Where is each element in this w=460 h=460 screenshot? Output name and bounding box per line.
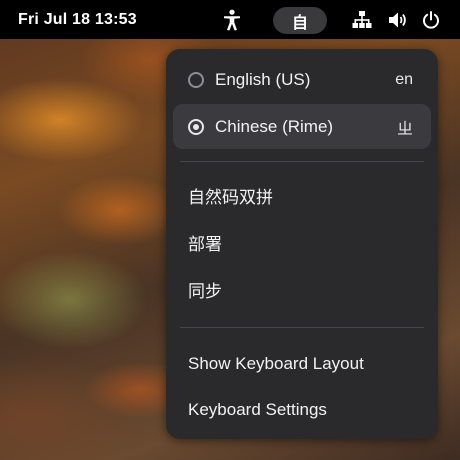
- ime-indicator-label: 自: [291, 12, 308, 32]
- power-icon[interactable]: [420, 0, 442, 39]
- input-source-short: ㄓ: [396, 120, 413, 138]
- radio-checked-icon: [188, 118, 204, 135]
- radio-unchecked-icon: [188, 71, 204, 88]
- top-bar: Fri Jul 18 13:53 自: [0, 0, 460, 39]
- input-source-english[interactable]: English (US) en: [173, 57, 431, 102]
- show-keyboard-layout-item[interactable]: Show Keyboard Layout: [188, 341, 428, 386]
- input-method-indicator[interactable]: 自: [273, 7, 327, 34]
- rime-option-sync[interactable]: 同步: [188, 269, 428, 314]
- keyboard-settings-item[interactable]: Keyboard Settings: [188, 387, 428, 432]
- volume-icon[interactable]: [386, 0, 410, 39]
- separator: [180, 327, 424, 328]
- rime-option-schema[interactable]: 自然码双拼: [188, 175, 428, 220]
- input-source-label: English (US): [215, 69, 311, 89]
- network-icon[interactable]: [350, 0, 374, 39]
- input-source-label: Chinese (Rime): [215, 116, 334, 136]
- rime-option-deploy[interactable]: 部署: [188, 222, 428, 267]
- clock[interactable]: Fri Jul 18 13:53: [18, 0, 137, 39]
- accessibility-icon[interactable]: [221, 0, 243, 39]
- input-source-short: en: [395, 70, 413, 88]
- input-source-chinese-rime[interactable]: Chinese (Rime) ㄓ: [173, 104, 431, 149]
- separator: [180, 161, 424, 162]
- input-source-menu: English (US) en Chinese (Rime) ㄓ 自然码双拼 部…: [166, 49, 438, 439]
